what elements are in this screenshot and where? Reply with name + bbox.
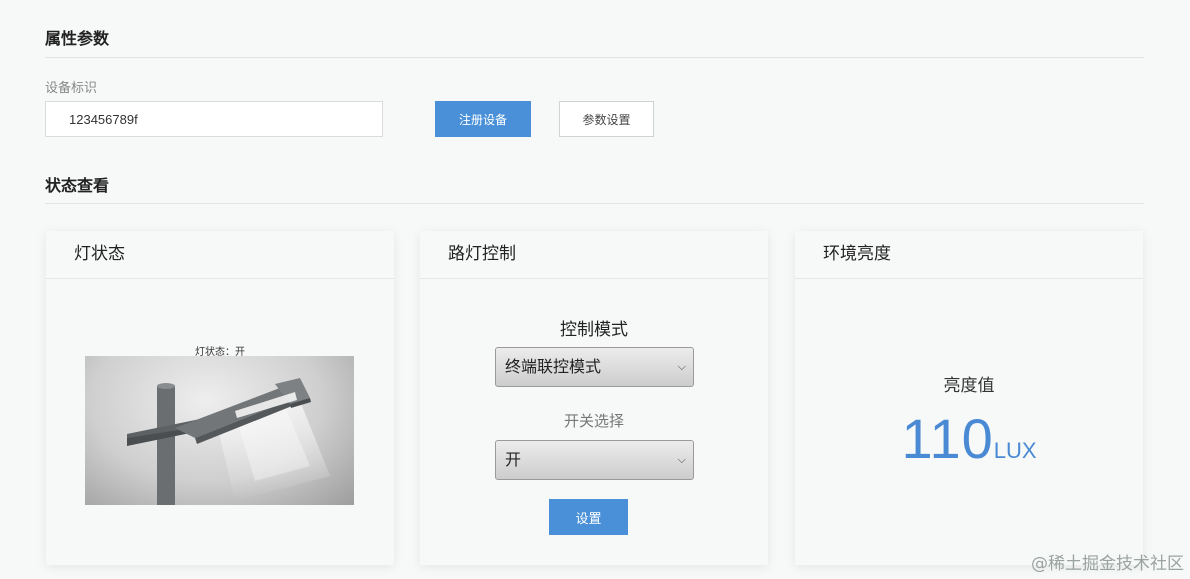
brightness-label: 亮度值 bbox=[943, 376, 995, 396]
lamp-status-card-title: 灯状态 bbox=[46, 231, 394, 279]
set-button[interactable]: 设置 bbox=[549, 499, 628, 535]
device-id-label: 设备标识 bbox=[45, 81, 98, 96]
lamp-control-card-title: 路灯控制 bbox=[420, 231, 768, 279]
brightness-readout: 110LUX bbox=[795, 406, 1143, 471]
brightness-unit: LUX bbox=[993, 438, 1037, 463]
control-mode-select[interactable]: 终端联控模式 ⌵ bbox=[495, 347, 694, 387]
chevron-down-icon: ⌵ bbox=[677, 453, 686, 466]
street-lamp-image bbox=[85, 356, 354, 505]
lamp-status-card: 灯状态 灯状态：开 bbox=[46, 231, 394, 565]
brightness-card: 环境亮度 亮度值 110LUX bbox=[795, 231, 1143, 565]
lamp-control-card: 路灯控制 控制模式 终端联控模式 ⌵ 开关选择 开 ⌵ 设置 bbox=[420, 231, 768, 565]
switch-select[interactable]: 开 ⌵ bbox=[495, 440, 694, 480]
brightness-value: 110 bbox=[901, 407, 994, 470]
attributes-divider bbox=[45, 57, 1144, 58]
brightness-card-title: 环境亮度 bbox=[795, 231, 1143, 279]
status-section-title: 状态查看 bbox=[45, 176, 110, 195]
register-device-button[interactable]: 注册设备 bbox=[435, 101, 531, 137]
attributes-section-title: 属性参数 bbox=[45, 29, 110, 48]
control-mode-label: 控制模式 bbox=[560, 320, 628, 340]
parameter-settings-button[interactable]: 参数设置 bbox=[559, 101, 654, 137]
switch-select-label: 开关选择 bbox=[563, 412, 624, 430]
status-divider bbox=[45, 203, 1144, 204]
watermark: @稀土掘金技术社区 bbox=[1031, 554, 1184, 574]
control-mode-selected-value: 终端联控模式 bbox=[505, 357, 602, 376]
switch-selected-value: 开 bbox=[505, 450, 522, 469]
device-id-input[interactable] bbox=[45, 101, 383, 137]
chevron-down-icon: ⌵ bbox=[677, 360, 686, 373]
